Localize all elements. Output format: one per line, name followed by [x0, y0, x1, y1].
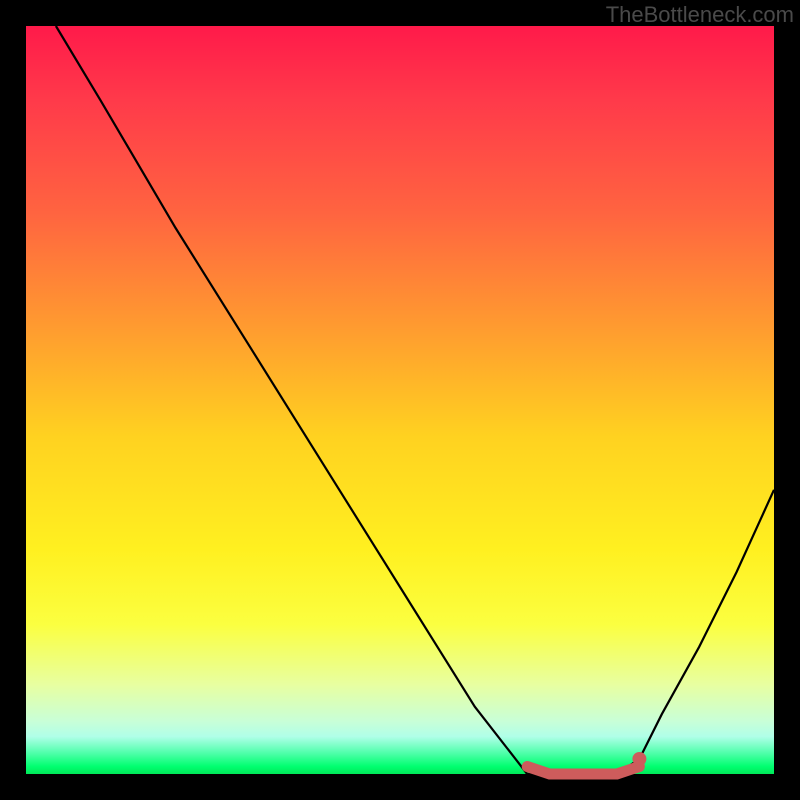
attribution-text: TheBottleneck.com [606, 2, 794, 28]
gradient-plot-area [26, 26, 774, 774]
marker-end-dot [632, 752, 646, 766]
bottleneck-curve-line [56, 26, 774, 774]
optimal-range-marker [527, 767, 639, 775]
curve-svg [26, 26, 774, 774]
